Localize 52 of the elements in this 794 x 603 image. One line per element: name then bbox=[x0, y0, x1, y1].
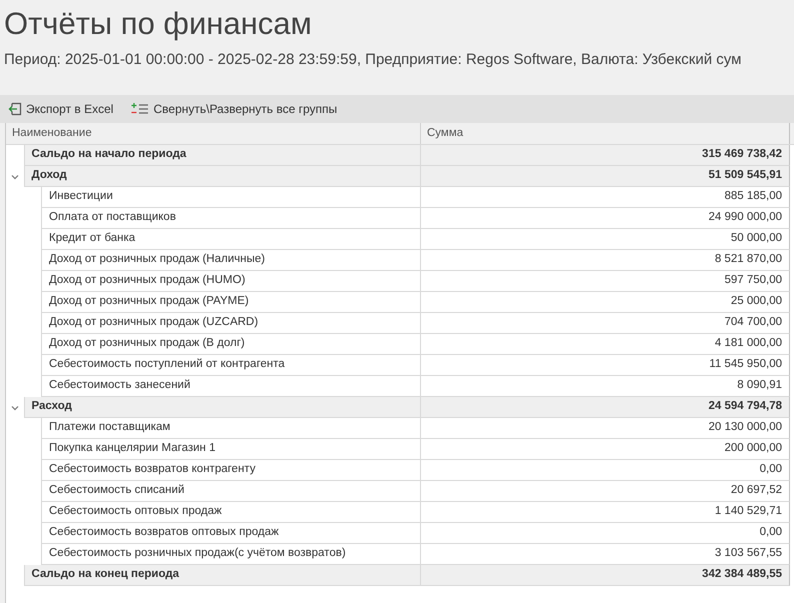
name-cell: Оплата от поставщиков bbox=[41, 208, 421, 229]
report-subtitle: Период: 2025-01-01 00:00:00 - 2025-02-28 23:59:59, Предприятие: Regos Software, Валюта: Узбекский сум bbox=[3, 50, 742, 70]
name-cell: Себестоимость поступлений от контрагента bbox=[41, 355, 421, 376]
amount-cell: 50 000,00 bbox=[421, 229, 790, 250]
expand-collapse-button[interactable]: Свернуть\Развернуть все группы bbox=[129, 98, 340, 120]
name-cell: Кредит от банка bbox=[41, 229, 421, 250]
name-cell: Доход от розничных продаж (В долг) bbox=[41, 334, 421, 355]
amount-cell: 704 700,00 bbox=[421, 313, 790, 334]
name-cell: Себестоимость оптовых продаж bbox=[41, 502, 421, 523]
amount-cell: 8 090,91 bbox=[421, 376, 790, 397]
amount-cell: 25 000,00 bbox=[421, 292, 790, 313]
chevron-icon[interactable] bbox=[10, 174, 19, 180]
name-cell: Себестоимость розничных продаж(с учётом возвратов) bbox=[41, 544, 421, 565]
name-cell: Доход от розничных продаж (HUMO) bbox=[41, 271, 421, 292]
column-header[interactable]: Наименование bbox=[6, 123, 421, 144]
amount-cell: 597 750,00 bbox=[421, 271, 790, 292]
amount-cell: 11 545 950,00 bbox=[421, 355, 790, 376]
name-cell: Платежи поставщикам bbox=[41, 418, 421, 439]
name-cell: Покупка канцелярии Магазин 1 bbox=[41, 439, 421, 460]
amount-cell: 8 521 870,00 bbox=[421, 250, 790, 271]
chevron-icon[interactable] bbox=[10, 404, 19, 410]
name-cell: Себестоимость возвратов контрагенту bbox=[41, 460, 421, 481]
group-amount-cell: 342 384 489,55 bbox=[421, 565, 790, 586]
name-cell: Себестоимость возвратов оптовых продаж bbox=[41, 523, 421, 544]
amount-cell: 3 103 567,55 bbox=[421, 544, 790, 565]
group-name-cell: Доход bbox=[24, 166, 421, 187]
group-name-cell: Расход bbox=[24, 397, 421, 418]
amount-cell: 20 130 000,00 bbox=[421, 418, 790, 439]
name-cell: Доход от розничных продаж (PAYME) bbox=[41, 292, 421, 313]
group-amount-cell: 315 469 738,42 bbox=[421, 145, 790, 166]
export-icon bbox=[8, 102, 22, 116]
page-title: Отчёты по финансам bbox=[3, 5, 313, 43]
name-cell: Доход от розничных продаж (UZCARD) bbox=[41, 313, 421, 334]
group-amount-cell: 24 594 794,78 bbox=[421, 397, 790, 418]
amount-cell: 0,00 bbox=[421, 523, 790, 544]
name-cell: Себестоимость занесений bbox=[41, 376, 421, 397]
amount-cell: 20 697,52 bbox=[421, 481, 790, 502]
column-header[interactable]: Сумма bbox=[421, 123, 790, 144]
group-name-cell: Сальдо на начало периода bbox=[24, 145, 421, 166]
amount-cell: 1 140 529,71 bbox=[421, 502, 790, 523]
name-cell: Себестоимость списаний bbox=[41, 481, 421, 502]
name-cell: Доход от розничных продаж (Наличные) bbox=[41, 250, 421, 271]
name-cell: Инвестиции bbox=[41, 187, 421, 208]
expand-collapse-icon bbox=[131, 102, 150, 116]
amount-cell: 200 000,00 bbox=[421, 439, 790, 460]
group-amount-cell: 51 509 545,91 bbox=[421, 166, 790, 187]
amount-cell: 24 990 000,00 bbox=[421, 208, 790, 229]
group-name-cell: Сальдо на конец периода bbox=[24, 565, 421, 586]
amount-cell: 4 181 000,00 bbox=[421, 334, 790, 355]
amount-cell: 0,00 bbox=[421, 460, 790, 481]
export-button[interactable]: Экспорт в Excel bbox=[6, 98, 116, 120]
amount-cell: 885 185,00 bbox=[421, 187, 790, 208]
